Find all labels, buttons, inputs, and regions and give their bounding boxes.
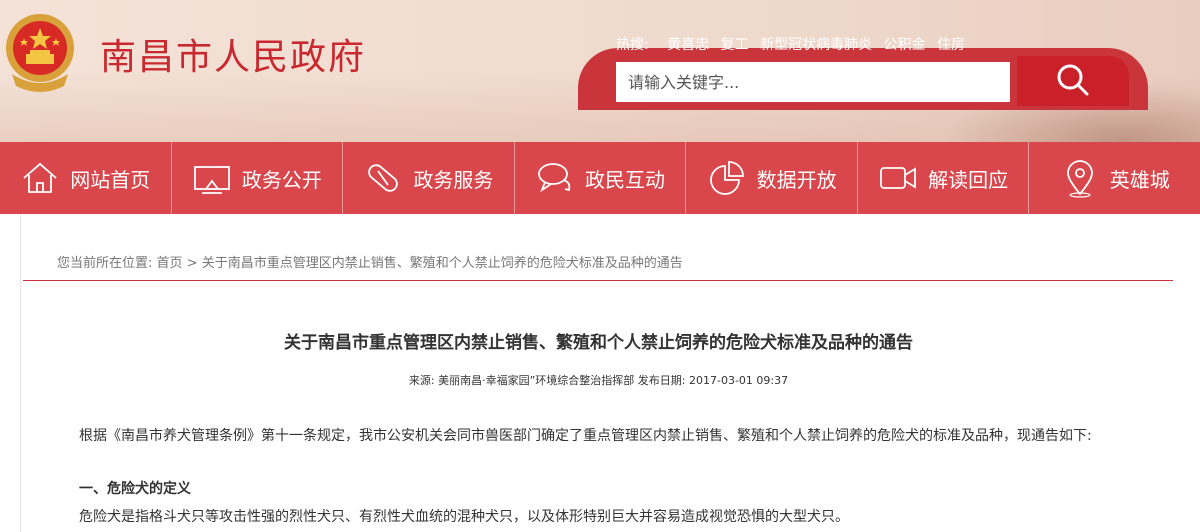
date-value: 2017-03-01 09:37 <box>689 374 789 387</box>
intro-text: 根据《南昌市养犬管理条例》第十一条规定，我市公安机关会同市兽医部门确定了重点管理… <box>79 428 1092 444</box>
site-header: 南昌市人民政府 热搜: 黄喜忠 复工 新型冠状病毒肺炎 公积金 住房 <box>0 0 1200 142</box>
nav-label: 解读回应 <box>928 167 1009 192</box>
search-icon <box>1057 64 1089 95</box>
nav-item-open-government[interactable]: 政务公开 <box>172 142 344 214</box>
video-icon <box>880 167 917 189</box>
breadcrumb: 您当前所在位置: 首页 > 关于南昌市重点管理区内禁止销售、繁殖和个人禁止饲养的… <box>57 252 683 271</box>
source-label: 来源: <box>408 374 435 387</box>
hot-search-link[interactable]: 黄喜忠 <box>667 37 709 53</box>
breadcrumb-current[interactable]: 关于南昌市重点管理区内禁止销售、繁殖和个人禁止饲养的危险犬标准及品种的通告 <box>202 256 683 271</box>
article-container: 您当前所在位置: 首页 > 关于南昌市重点管理区内禁止销售、繁殖和个人禁止饲养的… <box>20 214 1200 532</box>
nav-item-interaction[interactable]: 政民互动 <box>515 142 687 214</box>
divider <box>23 280 1173 281</box>
breadcrumb-home-link[interactable]: 首页 <box>157 256 183 271</box>
nav-item-open-data[interactable]: 数据开放 <box>686 142 858 214</box>
nav-label: 网站首页 <box>70 167 151 192</box>
hot-search-link[interactable]: 新型冠状病毒肺炎 <box>760 37 872 53</box>
nav-label: 英雄城 <box>1109 167 1170 192</box>
screen-icon <box>193 166 230 194</box>
section-heading: 一、危险犬的定义 <box>79 481 191 497</box>
site-title[interactable]: 南昌市人民政府 <box>100 28 366 80</box>
section-paragraph: 危险犬是指格斗犬只等攻击性强的烈性犬只、有烈性犬血统的混种犬只，以及体形特别巨大… <box>79 509 849 525</box>
chat-icon <box>538 163 571 193</box>
hot-search-link[interactable]: 复工 <box>721 37 749 53</box>
pie-chart-icon <box>709 161 744 195</box>
nav-item-home[interactable]: 网站首页 <box>0 142 172 214</box>
hot-search-link[interactable]: 公积金 <box>884 37 926 53</box>
article-intro: 根据《南昌市养犬管理条例》第十一条规定，我市公安机关会同市兽医部门确定了重点管理… <box>49 424 1149 448</box>
nav-label: 政务公开 <box>241 167 322 192</box>
main-nav: 网站首页 政务公开 政务服务 政民互动 数据开放 解读回应 英雄城 <box>0 142 1200 214</box>
breadcrumb-separator: > <box>186 256 198 271</box>
nav-label: 数据开放 <box>756 167 837 192</box>
hot-search-row: 热搜: 黄喜忠 复工 新型冠状病毒肺炎 公积金 住房 <box>616 34 972 54</box>
article-title: 关于南昌市重点管理区内禁止销售、繁殖和个人禁止饲养的危险犬标准及品种的通告 <box>284 333 913 353</box>
source-value: 美丽南昌·幸福家园”环境综合整治指挥部 <box>438 374 635 387</box>
search-input[interactable] <box>616 62 1010 102</box>
nav-item-interpretation[interactable]: 解读回应 <box>858 142 1030 214</box>
location-pin-icon <box>1066 160 1093 198</box>
nav-label: 政民互动 <box>585 167 666 192</box>
breadcrumb-prefix: 您当前所在位置: <box>57 256 153 271</box>
home-icon <box>23 162 57 193</box>
national-emblem-icon[interactable] <box>2 8 78 96</box>
nav-item-services[interactable]: 政务服务 <box>343 142 515 214</box>
hot-search-label: 热搜: <box>616 37 649 53</box>
capsule-icon <box>368 164 399 192</box>
article-meta: 来源: 美丽南昌·幸福家园”环境综合整治指挥部 发布日期: 2017-03-01… <box>21 372 1176 388</box>
hot-search-link[interactable]: 住房 <box>937 37 965 53</box>
date-label: 发布日期: <box>637 374 686 387</box>
nav-item-hero-city[interactable]: 英雄城 <box>1029 142 1200 214</box>
nav-label: 政务服务 <box>413 167 494 192</box>
search-button[interactable] <box>1017 56 1129 106</box>
